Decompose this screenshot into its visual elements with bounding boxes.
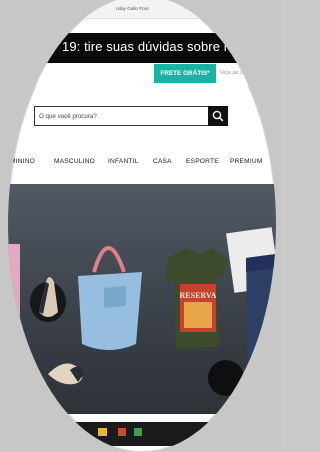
jeans: [246, 254, 276, 384]
tshirt-print-text: RESERVA: [180, 291, 217, 300]
free-shipping-badge[interactable]: FRETE GRÁTIS*: [154, 64, 216, 83]
nav-item-casa[interactable]: CASA: [153, 158, 172, 165]
black-ball: [208, 360, 244, 396]
hero-banner[interactable]: RESERVA: [8, 184, 276, 414]
taskbar: [8, 422, 276, 446]
blue-bag: [78, 272, 142, 350]
search-icon: [212, 110, 224, 122]
spreadsheet-icon[interactable]: [134, 428, 142, 436]
hero-product-collage: RESERVA: [8, 227, 276, 396]
covid-banner-text: 19: tire suas dúvidas sobre nossos servi…: [62, 39, 276, 54]
category-nav: MININO MASCULINO INFANTIL CASA ESPORTE P…: [8, 154, 276, 172]
nav-item-more[interactable]: M: [271, 158, 276, 165]
nav-item-esporte[interactable]: ESPORTE: [186, 158, 219, 165]
folder-icon[interactable]: [98, 428, 107, 436]
search-button[interactable]: [208, 106, 228, 126]
app-icon[interactable]: [118, 428, 126, 436]
browser-tab-title[interactable]: nday Gallo Poor: [116, 6, 149, 11]
pink-garment: [8, 244, 20, 354]
shipping-conditions-link[interactable]: Veja as condiç: [220, 70, 256, 76]
new-tab-icon[interactable]: +: [194, 4, 198, 10]
nav-item-masculino[interactable]: MASCULINO: [54, 158, 95, 165]
search-box: [34, 106, 210, 126]
covid-info-banner[interactable]: 19: tire suas dúvidas sobre nossos servi…: [8, 33, 276, 63]
browser-tab-bar: nday Gallo Poor × +: [8, 0, 276, 19]
bag-handle: [92, 246, 126, 273]
nav-item-premium[interactable]: PREMIUM: [230, 158, 263, 165]
search-input[interactable]: [37, 107, 181, 125]
screenshot-viewport: nday Gallo Poor × + 19: tire suas dúvida…: [8, 0, 276, 452]
page-background: nday Gallo Poor × + 19: tire suas dúvida…: [0, 0, 282, 452]
tab-close-icon[interactable]: ×: [184, 5, 187, 11]
nav-item-infantil[interactable]: INFANTIL: [108, 158, 139, 165]
shipping-bar: FRETE GRÁTIS* Veja as condiç: [8, 63, 276, 85]
nav-item-feminino[interactable]: MININO: [10, 158, 35, 165]
